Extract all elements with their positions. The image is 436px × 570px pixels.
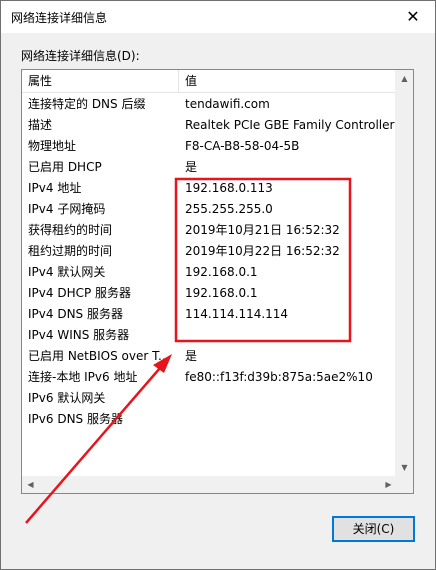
list-item[interactable]: IPv4 DHCP 服务器 192.168.0.1	[22, 283, 397, 304]
property-name: IPv4 地址	[28, 181, 82, 195]
property-name: 连接-本地 IPv6 地址	[28, 370, 138, 384]
property-value: Realtek PCIe GBE Family Controller	[185, 118, 395, 132]
list-rows: 连接特定的 DNS 后缀 tendawifi.com 描述 Realtek PCIe …	[22, 94, 397, 430]
list-item[interactable]: IPv4 WINS 服务器	[22, 325, 397, 346]
property-value	[185, 388, 395, 409]
property-value: 2019年10月21日 16:52:32	[185, 223, 340, 237]
column-divider[interactable]	[178, 70, 179, 92]
property-value: 2019年10月22日 16:52:32	[185, 244, 340, 258]
property-name: 已启用 DHCP	[28, 160, 102, 174]
list-item[interactable]: 物理地址 F8-CA-B8-58-04-5B	[22, 136, 397, 157]
scroll-left-icon[interactable]: ◀	[22, 476, 39, 493]
window-title: 网络连接详细信息	[11, 11, 108, 25]
property-name: 租约过期的时间	[28, 244, 113, 258]
list-item[interactable]: IPv4 子网掩码 255.255.255.0	[22, 199, 397, 220]
list-header: 属性 值	[22, 70, 397, 93]
list-item[interactable]: 描述 Realtek PCIe GBE Family Controller	[22, 115, 397, 136]
list-item[interactable]: IPv4 地址 192.168.0.113	[22, 178, 397, 199]
network-connection-details-dialog: 网络连接详细信息 ✕ 网络连接详细信息(D): 属性 值 连接特定的 DNS 后…	[0, 0, 436, 570]
property-name: 获得租约的时间	[28, 223, 113, 237]
list-item[interactable]: 已启用 DHCP 是	[22, 157, 397, 178]
details-label: 网络连接详细信息(D):	[21, 49, 140, 63]
property-value: tendawifi.com	[185, 97, 270, 111]
property-name: IPv4 子网掩码	[28, 202, 106, 216]
list-item[interactable]: 连接特定的 DNS 后缀 tendawifi.com	[22, 94, 397, 115]
list-item[interactable]: 已启用 NetBIOS over T... 是	[22, 346, 397, 367]
property-value	[185, 325, 395, 346]
property-name: IPv4 DNS 服务器	[28, 307, 123, 321]
property-name: 已启用 NetBIOS over T...	[28, 349, 170, 363]
column-header-property[interactable]: 属性	[28, 70, 52, 92]
list-item[interactable]: 租约过期的时间 2019年10月22日 16:52:32	[22, 241, 397, 262]
property-value: 192.168.0.1	[185, 265, 258, 279]
column-header-value[interactable]: 值	[185, 70, 197, 92]
property-value: 是	[185, 160, 198, 174]
property-value: 192.168.0.113	[185, 181, 273, 195]
close-button[interactable]: 关闭(C)	[332, 516, 415, 542]
list-item[interactable]: IPv6 默认网关	[22, 388, 397, 409]
scroll-right-icon[interactable]: ▶	[380, 476, 397, 493]
close-icon[interactable]: ✕	[399, 3, 427, 31]
property-value: 192.168.0.1	[185, 286, 258, 300]
property-value: 是	[185, 349, 198, 363]
scroll-down-icon[interactable]: ▼	[396, 459, 413, 476]
property-name: 物理地址	[28, 139, 77, 153]
property-value	[185, 409, 395, 430]
property-name: 描述	[28, 118, 53, 132]
property-name: IPv4 默认网关	[28, 265, 106, 279]
property-value: F8-CA-B8-58-04-5B	[185, 139, 300, 153]
property-value: 255.255.255.0	[185, 202, 273, 216]
list-item[interactable]: IPv4 DNS 服务器 114.114.114.114	[22, 304, 397, 325]
title-bar: 网络连接详细信息 ✕	[1, 1, 435, 33]
horizontal-scrollbar[interactable]: ◀ ▶	[22, 476, 397, 493]
details-list[interactable]: 属性 值 连接特定的 DNS 后缀 tendawifi.com 描述 Realtek …	[21, 69, 414, 494]
property-value: 114.114.114.114	[185, 307, 289, 321]
list-item[interactable]: IPv4 默认网关 192.168.0.1	[22, 262, 397, 283]
scrollbar-corner	[396, 476, 413, 493]
list-item[interactable]: 连接-本地 IPv6 地址 fe80::f13f:d39b:875a:5ae2%1…	[22, 367, 397, 388]
property-name: 连接特定的 DNS 后缀	[28, 97, 146, 111]
list-item[interactable]: IPv6 DNS 服务器	[22, 409, 397, 430]
property-name: IPv6 DNS 服务器	[28, 412, 123, 426]
property-value: fe80::f13f:d39b:875a:5ae2%10	[185, 370, 373, 384]
property-name: IPv4 WINS 服务器	[28, 328, 130, 342]
scroll-up-icon[interactable]: ▲	[396, 70, 413, 87]
list-item[interactable]: 获得租约的时间 2019年10月21日 16:52:32	[22, 220, 397, 241]
property-name: IPv6 默认网关	[28, 391, 106, 405]
vertical-scrollbar[interactable]: ▲ ▼	[395, 70, 413, 493]
property-name: IPv4 DHCP 服务器	[28, 286, 132, 300]
